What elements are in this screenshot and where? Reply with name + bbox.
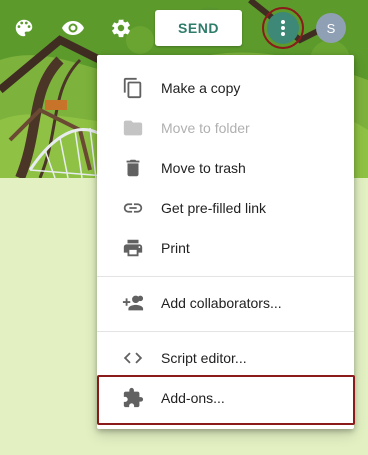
menu-item-make-a-copy[interactable]: Make a copy	[97, 68, 354, 108]
eye-icon[interactable]	[57, 12, 89, 44]
menu-item-get-pre-filled-link[interactable]: Get pre-filled link	[97, 188, 354, 228]
account-avatar[interactable]: S	[316, 13, 346, 43]
menu-item-print[interactable]: Print	[97, 228, 354, 268]
menu-divider	[97, 276, 354, 277]
menu-item-label: Script editor...	[161, 350, 247, 366]
more-options-menu: Make a copy Move to folder Move to trash…	[97, 55, 354, 429]
send-button[interactable]: SEND	[155, 10, 242, 46]
menu-item-label: Add collaborators...	[161, 295, 282, 311]
add-people-icon	[121, 291, 145, 315]
copy-icon	[121, 76, 145, 100]
menu-item-move-to-trash[interactable]: Move to trash	[97, 148, 354, 188]
trash-icon	[121, 156, 145, 180]
code-icon	[121, 346, 145, 370]
folder-icon	[121, 116, 145, 140]
more-vert-icon	[267, 12, 299, 44]
link-icon	[121, 196, 145, 220]
gear-icon[interactable]	[105, 12, 137, 44]
menu-item-label: Move to trash	[161, 160, 246, 176]
print-icon	[121, 236, 145, 260]
menu-item-label: Get pre-filled link	[161, 200, 267, 216]
menu-item-label: Move to folder	[161, 120, 250, 136]
top-toolbar: SEND S	[0, 0, 368, 58]
menu-divider	[97, 331, 354, 332]
menu-item-move-to-folder[interactable]: Move to folder	[97, 108, 354, 148]
menu-item-label: Print	[161, 240, 190, 256]
menu-item-label: Make a copy	[161, 80, 241, 96]
more-options-button[interactable]	[262, 7, 304, 49]
menu-item-add-ons[interactable]: Add-ons...	[97, 378, 354, 418]
puzzle-icon	[121, 386, 145, 410]
menu-item-script-editor[interactable]: Script editor...	[97, 338, 354, 378]
menu-item-add-collaborators[interactable]: Add collaborators...	[97, 283, 354, 323]
palette-icon[interactable]	[8, 12, 40, 44]
menu-item-label: Add-ons...	[161, 390, 225, 406]
